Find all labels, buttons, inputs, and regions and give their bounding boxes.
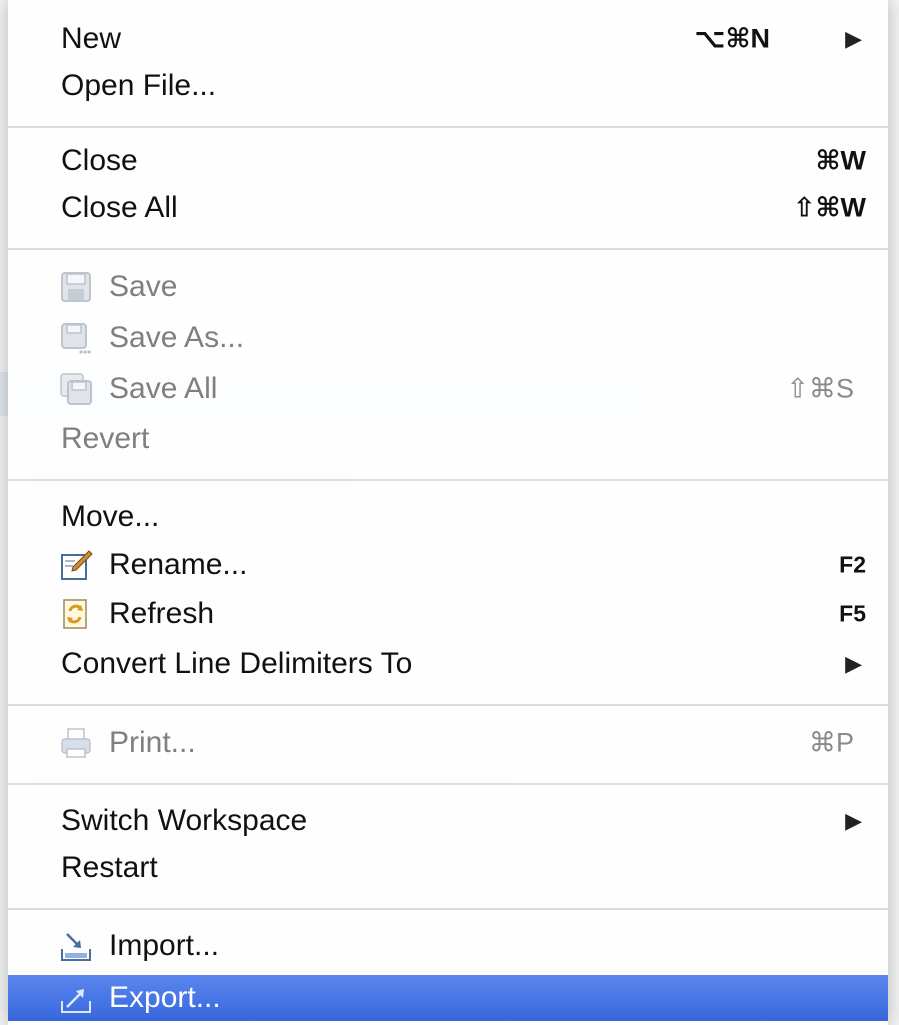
menu-item-label: Convert Line Delimiters To bbox=[61, 647, 413, 680]
print-icon bbox=[59, 726, 93, 760]
refresh-icon bbox=[59, 597, 93, 631]
menu-separator bbox=[8, 704, 888, 706]
menu-item-shortcut: ⇧⌘S bbox=[786, 373, 854, 404]
menu-item-rename[interactable]: Rename... F2 bbox=[8, 542, 888, 588]
menu-item-label: Revert bbox=[61, 422, 150, 455]
menu-separator bbox=[8, 479, 888, 481]
import-icon bbox=[59, 929, 93, 963]
menu-item-label: Restart bbox=[61, 851, 158, 884]
menu-separator bbox=[8, 248, 888, 250]
menu-item-label: Open File... bbox=[61, 69, 217, 102]
menu-item-shortcut: ⇧⌘W bbox=[792, 192, 866, 223]
menu-item-label: Import... bbox=[109, 929, 220, 962]
menu-item-save-all[interactable]: Save All ⇧⌘S bbox=[8, 366, 888, 412]
menu-item-label: Export... bbox=[109, 981, 221, 1014]
menu-item-export[interactable]: Export... bbox=[8, 975, 888, 1021]
save-icon bbox=[59, 270, 93, 304]
menu-item-new[interactable]: New ⌥⌘N ▶ bbox=[8, 16, 888, 62]
menu-item-restart[interactable]: Restart bbox=[8, 845, 888, 891]
menu-item-shortcut: F5 bbox=[839, 600, 866, 627]
menu-separator bbox=[8, 126, 888, 128]
menu-item-shortcut: F2 bbox=[839, 551, 866, 578]
menu-item-switch-workspace[interactable]: Switch Workspace ▶ bbox=[8, 798, 888, 844]
submenu-arrow-icon: ▶ bbox=[845, 651, 862, 676]
menu-item-label: Save As... bbox=[109, 321, 245, 354]
menu-item-label: Refresh bbox=[109, 597, 215, 630]
save-all-icon bbox=[59, 372, 93, 406]
save-as-icon bbox=[59, 321, 93, 355]
menu-item-label: Rename... bbox=[109, 548, 248, 581]
menu-item-label: Close bbox=[61, 144, 138, 177]
file-menu: New ⌥⌘N ▶ Open File... Close ⌘W Close Al… bbox=[8, 0, 888, 1025]
submenu-arrow-icon: ▶ bbox=[845, 808, 862, 833]
menu-separator bbox=[8, 908, 888, 910]
menu-item-label: Switch Workspace bbox=[61, 804, 308, 837]
menu-item-shortcut: ⌘P bbox=[808, 727, 854, 758]
menu-item-close-all[interactable]: Close All ⇧⌘W bbox=[8, 185, 888, 231]
menu-item-refresh[interactable]: Refresh F5 bbox=[8, 591, 888, 637]
menu-item-close[interactable]: Close ⌘W bbox=[8, 138, 888, 184]
menu-item-label: Move... bbox=[61, 500, 160, 533]
rename-icon bbox=[59, 548, 93, 582]
menu-item-save[interactable]: Save bbox=[8, 264, 888, 310]
menu-item-save-as[interactable]: Save As... bbox=[8, 315, 888, 361]
export-icon bbox=[59, 981, 93, 1015]
menu-item-convert-line-delimiters[interactable]: Convert Line Delimiters To ▶ bbox=[8, 641, 888, 687]
menu-item-shortcut: ⌘W bbox=[815, 145, 866, 176]
menu-item-import[interactable]: Import... bbox=[8, 923, 888, 969]
menu-item-shortcut: ⌥⌘N bbox=[694, 23, 770, 54]
menu-item-label: Print... bbox=[109, 726, 196, 759]
menu-item-revert[interactable]: Revert bbox=[8, 416, 888, 462]
menu-item-label: Save All bbox=[109, 372, 218, 405]
menu-item-label: New bbox=[61, 22, 122, 55]
menu-item-move[interactable]: Move... bbox=[8, 494, 888, 540]
menu-item-print[interactable]: Print... ⌘P bbox=[8, 720, 888, 766]
menu-item-label: Save bbox=[109, 270, 178, 303]
menu-item-open-file[interactable]: Open File... bbox=[8, 63, 888, 109]
submenu-arrow-icon: ▶ bbox=[845, 26, 862, 51]
menu-item-label: Close All bbox=[61, 191, 178, 224]
menu-separator bbox=[8, 783, 888, 785]
